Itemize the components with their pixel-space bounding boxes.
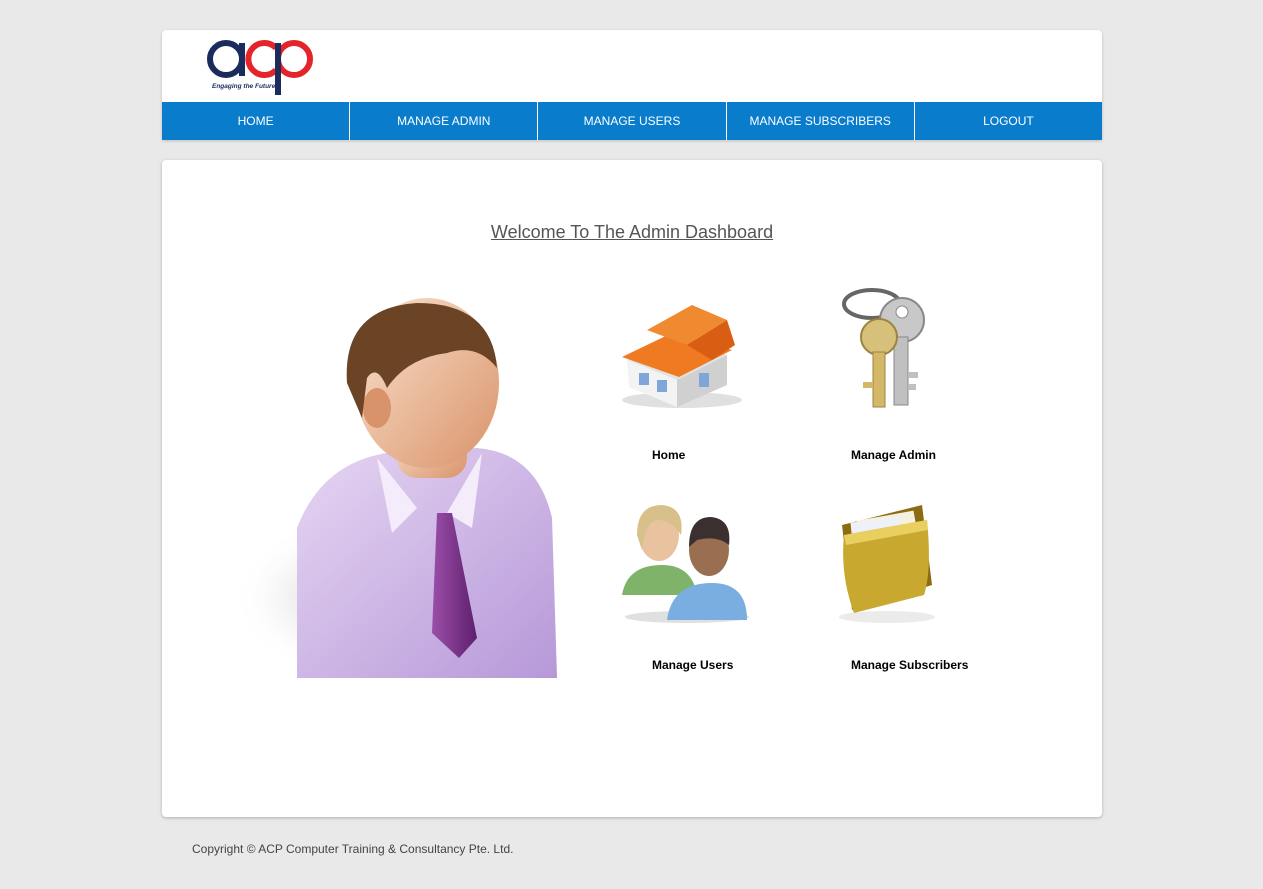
acp-logo[interactable]: Engaging the Future <box>204 35 316 97</box>
keys-icon <box>842 288 925 408</box>
house-icon <box>622 305 742 408</box>
tile-manage-users[interactable]: Manage Users <box>617 495 757 675</box>
logo-tagline: Engaging the Future <box>212 83 276 90</box>
tile-home-label[interactable]: Home <box>652 448 685 462</box>
nav-logout[interactable]: LOGOUT <box>915 102 1102 140</box>
folder-icon <box>839 505 935 623</box>
tile-manage-users-label[interactable]: Manage Users <box>652 658 733 672</box>
tile-manage-admin-label[interactable]: Manage Admin <box>851 448 936 462</box>
tile-home[interactable]: Home <box>617 285 757 465</box>
main-nav: HOME MANAGE ADMIN MANAGE USERS MANAGE SU… <box>162 102 1102 140</box>
nav-manage-admin[interactable]: MANAGE ADMIN <box>350 102 539 140</box>
footer-copyright: Copyright © ACP Computer Training & Cons… <box>192 842 514 856</box>
users-icon <box>622 505 749 623</box>
welcome-heading: Welcome To The Admin Dashboard <box>490 222 774 242</box>
tile-manage-subscribers-label[interactable]: Manage Subscribers <box>851 658 968 672</box>
tile-manage-admin[interactable]: Manage Admin <box>837 282 977 465</box>
site-header: Engaging the Future HOME MANAGE ADMIN MA… <box>162 30 1102 140</box>
admin-avatar-icon <box>232 298 557 678</box>
dashboard-panel: Welcome To The Admin Dashboard Home Mana… <box>162 160 1102 817</box>
nav-manage-users[interactable]: MANAGE USERS <box>538 102 727 140</box>
tile-manage-subscribers[interactable]: Manage Subscribers <box>832 495 992 675</box>
nav-manage-subscribers[interactable]: MANAGE SUBSCRIBERS <box>727 102 915 140</box>
nav-home[interactable]: HOME <box>162 102 351 140</box>
